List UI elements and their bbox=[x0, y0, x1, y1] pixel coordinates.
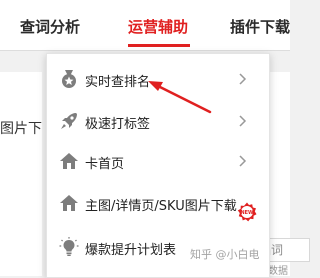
rocket-icon bbox=[61, 113, 77, 129]
menu-item-label: 主图/详情页/SKU图片下载 bbox=[85, 199, 237, 214]
menu-item-quick-tag[interactable]: 极速打标签 bbox=[47, 102, 269, 140]
home-icon bbox=[60, 153, 78, 169]
menu-item-label: 实时查排名 bbox=[85, 75, 151, 90]
menu-item-realtime-rank[interactable]: 实时查排名 bbox=[47, 60, 269, 98]
background-text: 图片下 bbox=[0, 121, 42, 137]
lightbulb-icon bbox=[59, 237, 79, 256]
menu-item-label: 极速打标签 bbox=[85, 117, 151, 132]
nav-tab-operations-assist[interactable]: 运营辅助 bbox=[128, 16, 188, 37]
new-badge: NEW bbox=[237, 202, 257, 222]
nav-tab-query-analysis[interactable]: 查词分析 bbox=[20, 16, 80, 37]
chevron-right-icon bbox=[239, 115, 247, 127]
nav-tab-plugin-download[interactable]: 插件下载 bbox=[230, 16, 290, 37]
background-note: 数据 bbox=[268, 266, 288, 277]
chevron-right-icon bbox=[239, 73, 247, 85]
menu-item-homepage-card[interactable]: 卡首页 bbox=[47, 142, 269, 180]
menu-item-image-download[interactable]: 主图/详情页/SKU图片下载 NEW bbox=[47, 184, 269, 222]
menu-item-label: 爆款提升计划表 bbox=[85, 243, 177, 258]
top-navigation: 查词分析 运营辅助 插件下载 bbox=[0, 0, 290, 51]
new-badge-text: NEW bbox=[240, 210, 254, 216]
active-tab-indicator bbox=[128, 44, 190, 47]
medal-icon bbox=[62, 70, 76, 88]
home-icon bbox=[60, 195, 78, 211]
chevron-right-icon bbox=[239, 155, 247, 167]
background-panel-left bbox=[0, 72, 42, 276]
menu-item-label: 卡首页 bbox=[85, 157, 125, 172]
watermark-text: 知乎 @小白电 bbox=[190, 248, 260, 261]
operations-dropdown-menu: 实时查排名 极速打标签 卡首页 主图/详情页/SKU图片下载 NEW 爆款提升计… bbox=[46, 53, 270, 278]
